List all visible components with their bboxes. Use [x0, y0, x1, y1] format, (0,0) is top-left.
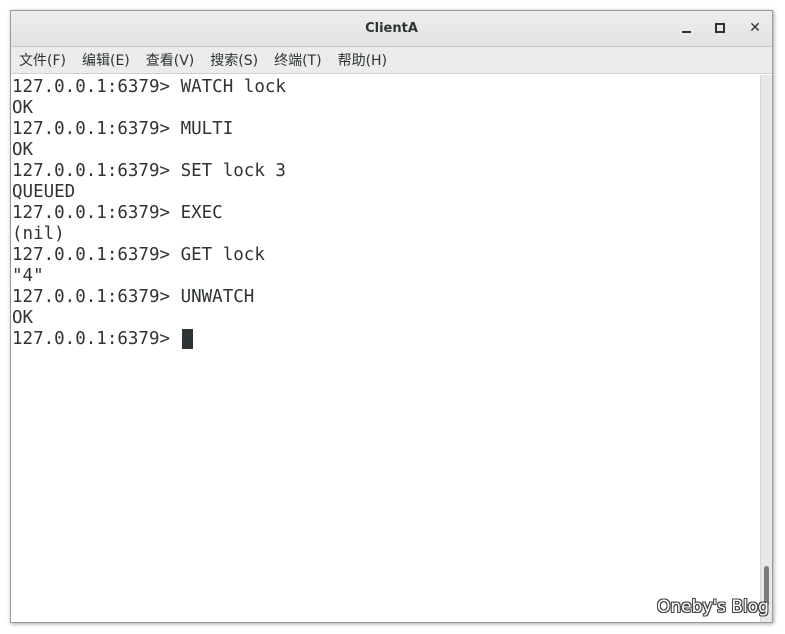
menu-search[interactable]: 搜索(S) — [210, 50, 258, 70]
terminal-line: 127.0.0.1:6379> EXEC — [12, 203, 223, 223]
watermark: Oneby's Blog — [657, 597, 769, 617]
terminal-line: OK — [12, 140, 34, 160]
terminal-line: "4" — [12, 266, 44, 286]
vertical-scrollbar[interactable] — [760, 75, 772, 622]
terminal-line: 127.0.0.1:6379> MULTI — [12, 119, 234, 139]
terminal-line: 127.0.0.1:6379> UNWATCH — [12, 287, 255, 307]
terminal-line: 127.0.0.1:6379> SET lock 3 — [12, 161, 286, 181]
window-title: ClientA — [365, 21, 418, 36]
text-cursor — [181, 329, 193, 349]
menu-help[interactable]: 帮助(H) — [338, 50, 387, 70]
minimize-button[interactable] — [677, 19, 695, 37]
terminal-line: OK — [12, 98, 34, 118]
menu-bar: 文件(F) 编辑(E) 查看(V) 搜索(S) 终端(T) 帮助(H) — [11, 47, 772, 74]
terminal-line: 127.0.0.1:6379> WATCH lock — [12, 77, 286, 97]
minimize-icon — [681, 30, 691, 33]
close-icon: ✕ — [749, 20, 761, 36]
menu-edit[interactable]: 编辑(E) — [82, 50, 130, 70]
terminal-line: (nil) — [12, 224, 65, 244]
maximize-icon — [715, 23, 725, 33]
maximize-button[interactable] — [711, 19, 729, 37]
terminal-line: OK — [12, 308, 34, 328]
title-bar[interactable]: ClientA ✕ — [11, 11, 772, 47]
close-button[interactable]: ✕ — [746, 19, 764, 37]
terminal-line: QUEUED — [12, 182, 76, 202]
menu-view[interactable]: 查看(V) — [146, 50, 195, 70]
terminal-prompt: 127.0.0.1:6379> — [12, 329, 181, 349]
menu-terminal[interactable]: 终端(T) — [274, 50, 321, 70]
menu-file[interactable]: 文件(F) — [19, 50, 66, 70]
terminal-window: ClientA ✕ 文件(F) 编辑(E) 查看(V) 搜索(S) 终端(T) … — [10, 10, 773, 623]
terminal-output[interactable]: 127.0.0.1:6379> WATCH lock OK 127.0.0.1:… — [11, 75, 761, 622]
terminal-line: 127.0.0.1:6379> GET lock — [12, 245, 265, 265]
terminal-prompt-line: 127.0.0.1:6379> — [12, 329, 193, 350]
